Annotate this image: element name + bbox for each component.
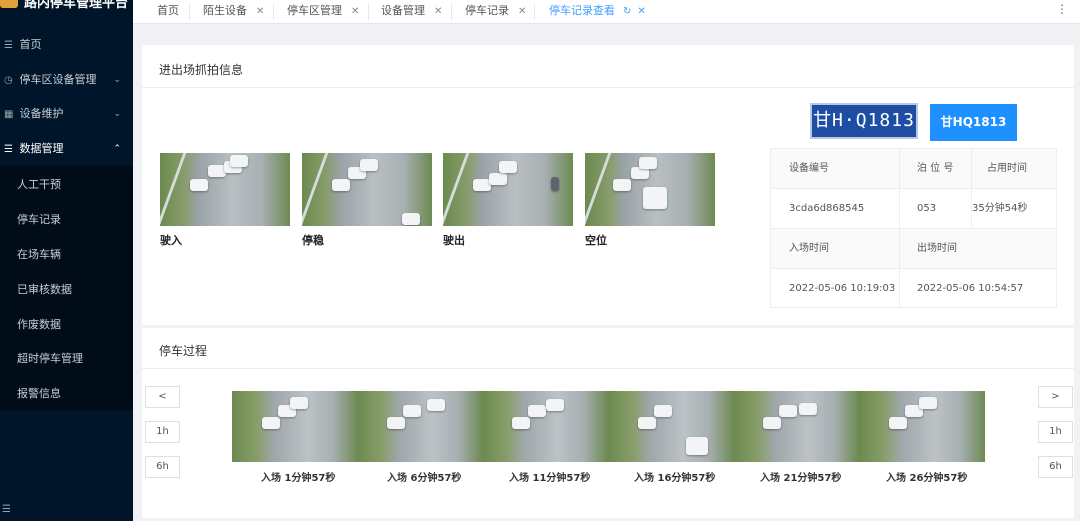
frame-label: 入场 6分钟57秒 xyxy=(387,473,462,484)
value-duration: 35分钟54秒 xyxy=(972,203,1028,214)
app-title: 路内停车管理平台 xyxy=(24,0,129,11)
sidebar-item-area-devices[interactable]: ◷ 停车区设备管理 ⌄ xyxy=(0,63,133,97)
plus-1h-button[interactable]: 1h xyxy=(1038,421,1073,443)
minus-1h-button[interactable]: 1h xyxy=(145,421,180,443)
table-row: 设备编号 泊 位 号 占用时间 xyxy=(771,149,1056,189)
sidebar: 路内停车管理平台 ☰ 首页 ◷ 停车区设备管理 ⌄ ▦ 设备维护 ⌄ ☰ 数据管… xyxy=(0,0,133,521)
plate-number-button[interactable]: 甘HQ1813 xyxy=(930,104,1017,141)
close-icon[interactable]: ✕ xyxy=(518,6,526,17)
collapse-icon[interactable]: ☰ xyxy=(2,504,11,515)
close-icon[interactable]: ✕ xyxy=(637,6,645,17)
sidebar-item-label: 数据管理 xyxy=(19,142,64,155)
capture-label: 空位 xyxy=(585,234,607,247)
sidebar-item-parking-records[interactable]: 停车记录 xyxy=(0,202,133,237)
table-row: 3cda6d868545 053 35分钟54秒 xyxy=(771,189,1056,229)
tab-label: 首页 xyxy=(157,4,179,17)
table-row: 入场时间 出场时间 xyxy=(771,229,1056,269)
prev-button[interactable]: < xyxy=(145,386,180,408)
sidebar-item-label: 停车区设备管理 xyxy=(19,73,97,86)
frame-label: 入场 26分钟57秒 xyxy=(886,473,968,484)
info-table: 设备编号 泊 位 号 占用时间 3cda6d868545 053 35分钟54秒… xyxy=(770,148,1057,309)
process-frame[interactable] xyxy=(608,391,734,462)
frame-label: 入场 16分钟57秒 xyxy=(634,473,716,484)
capture-image-enter[interactable] xyxy=(160,153,290,226)
sidebar-item-label: 首页 xyxy=(19,38,42,51)
value-exit-time: 2022-05-06 10:54:57 xyxy=(917,283,1024,294)
tab-parking-records[interactable]: 停车记录 ✕ xyxy=(465,0,526,24)
capture-image-empty[interactable] xyxy=(585,153,715,226)
close-icon[interactable]: ✕ xyxy=(256,6,264,17)
process-title: 停车过程 xyxy=(159,344,208,358)
brand: 路内停车管理平台 xyxy=(0,0,133,12)
plus-6h-button[interactable]: 6h xyxy=(1038,456,1073,478)
capture-image-exit[interactable] xyxy=(443,153,573,226)
sidebar-item-maintenance[interactable]: ▦ 设备维护 ⌄ xyxy=(0,97,133,131)
sidebar-item-home[interactable]: ☰ 首页 xyxy=(0,28,133,62)
grid-icon: ▦ xyxy=(4,109,14,120)
header-duration: 占用时间 xyxy=(987,163,1027,174)
process-frame[interactable] xyxy=(482,391,608,462)
tab-label: 陌生设备 xyxy=(203,4,247,17)
tab-label: 设备管理 xyxy=(381,4,425,17)
sidebar-item-label: 设备维护 xyxy=(19,107,64,120)
capture-label: 停稳 xyxy=(302,234,324,247)
process-frame[interactable] xyxy=(733,391,859,462)
chevron-down-icon: ⌄ xyxy=(113,75,121,85)
logo-icon xyxy=(0,0,18,8)
tab-strange-devices[interactable]: 陌生设备 ✕ xyxy=(203,0,264,24)
close-icon[interactable]: ✕ xyxy=(351,6,359,17)
more-icon[interactable]: ⋮ xyxy=(1056,2,1068,16)
process-frame[interactable] xyxy=(859,391,985,462)
header-entry-time: 入场时间 xyxy=(789,243,829,254)
tab-area-management[interactable]: 停车区管理 ✕ xyxy=(287,0,359,24)
frame-label: 入场 21分钟57秒 xyxy=(760,473,842,484)
process-strip xyxy=(232,391,985,462)
minus-6h-button[interactable]: 6h xyxy=(145,456,180,478)
header-berth: 泊 位 号 xyxy=(917,163,954,174)
sidebar-item-data-management[interactable]: ☰ 数据管理 ⌃ xyxy=(0,132,133,166)
capture-image-stopped[interactable] xyxy=(302,153,432,226)
process-frame[interactable] xyxy=(232,391,358,462)
tab-parking-record-view[interactable]: 停车记录查看 ↻ ✕ xyxy=(549,0,646,24)
sidebar-item-overtime[interactable]: 超时停车管理 xyxy=(0,341,133,376)
process-frame[interactable] xyxy=(357,391,483,462)
capture-label: 驶入 xyxy=(160,234,182,247)
sidebar-item-reviewed[interactable]: 已审核数据 xyxy=(0,272,133,307)
sidebar-item-vehicles-present[interactable]: 在场车辆 xyxy=(0,237,133,272)
sidebar-item-manual[interactable]: 人工干预 xyxy=(0,167,133,202)
header-device-id: 设备编号 xyxy=(789,163,829,174)
chevron-down-icon: ⌄ xyxy=(113,109,121,119)
tab-bar: 首页 陌生设备 ✕ 停车区管理 ✕ 设备管理 ✕ 停车记录 ✕ 停车记录查看 ↻ ✕ ⋮ xyxy=(133,0,1080,24)
tab-label: 停车记录 xyxy=(465,4,509,17)
capture-label: 驶出 xyxy=(443,234,465,247)
tab-label: 停车记录查看 xyxy=(549,4,615,17)
submenu-data-management: 人工干预 停车记录 在场车辆 已审核数据 作废数据 超时停车管理 报警信息 xyxy=(0,166,133,410)
frame-label: 入场 1分钟57秒 xyxy=(261,473,336,484)
clock-icon: ◷ xyxy=(4,75,13,86)
sidebar-item-alarms[interactable]: 报警信息 xyxy=(0,376,133,411)
sidebar-item-voided[interactable]: 作废数据 xyxy=(0,307,133,342)
value-device-id: 3cda6d868545 xyxy=(789,203,865,214)
header-exit-time: 出场时间 xyxy=(917,243,957,254)
table-row: 2022-05-06 10:19:03 2022-05-06 10:54:57 xyxy=(771,269,1056,309)
refresh-icon[interactable]: ↻ xyxy=(623,6,631,17)
value-entry-time: 2022-05-06 10:19:03 xyxy=(789,283,896,294)
value-berth: 053 xyxy=(917,203,937,214)
plate-image[interactable]: 甘H·Q1813 xyxy=(810,103,918,139)
chevron-up-icon: ⌃ xyxy=(113,144,121,154)
list-icon: ☰ xyxy=(4,144,13,155)
close-icon[interactable]: ✕ xyxy=(434,6,442,17)
next-button[interactable]: > xyxy=(1038,386,1073,408)
tab-label: 停车区管理 xyxy=(287,4,342,17)
tab-device-management[interactable]: 设备管理 ✕ xyxy=(381,0,442,24)
list-icon: ☰ xyxy=(4,40,13,51)
capture-title: 进出场抓拍信息 xyxy=(159,63,244,77)
frame-label: 入场 11分钟57秒 xyxy=(509,473,591,484)
tab-home[interactable]: 首页 xyxy=(157,0,179,24)
